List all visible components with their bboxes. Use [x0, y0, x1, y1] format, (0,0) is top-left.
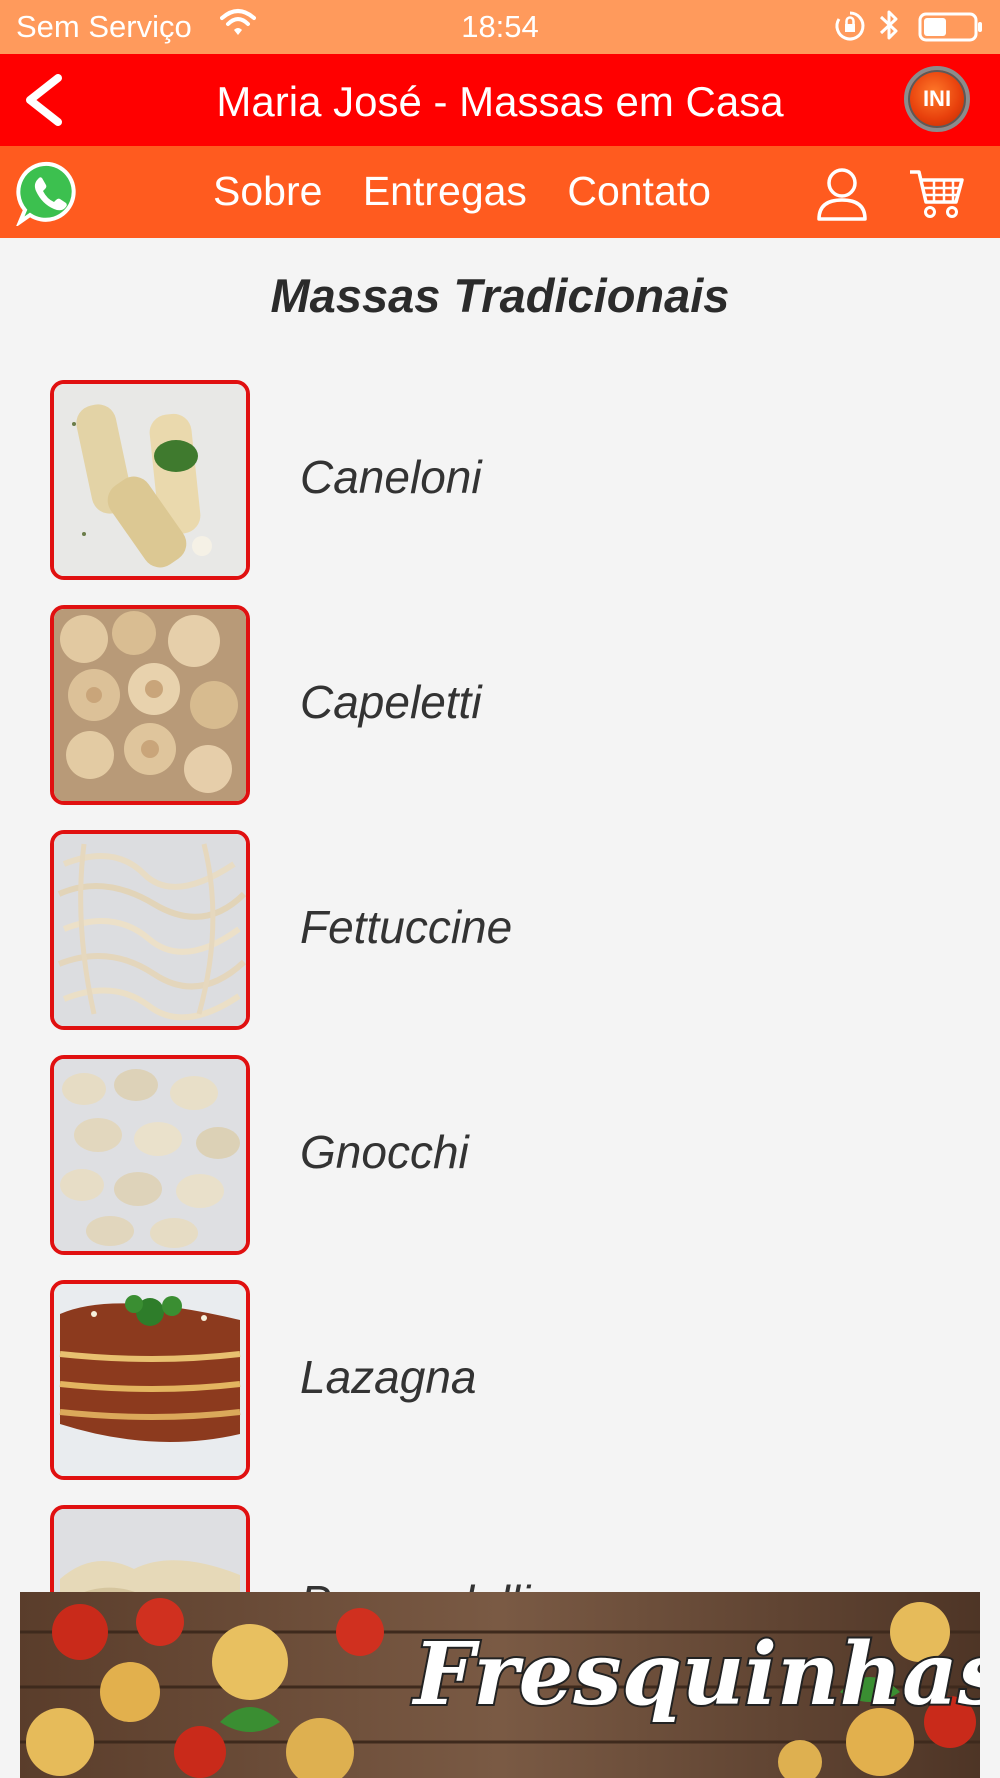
nav-links: Sobre Entregas Contato: [213, 168, 740, 215]
cart-icon[interactable]: [908, 168, 966, 225]
item-name[interactable]: Gnocchi: [300, 1125, 469, 1179]
item-name[interactable]: Capeletti: [300, 675, 482, 729]
list-item[interactable]: Gnocchi: [0, 1055, 1000, 1255]
item-name[interactable]: Caneloni: [300, 450, 482, 504]
whatsapp-icon[interactable]: [15, 160, 82, 231]
item-name[interactable]: Fettuccine: [300, 900, 512, 954]
bluetooth-icon: [878, 8, 900, 50]
battery-icon: [918, 12, 984, 50]
page-title: Maria José - Massas em Casa: [216, 78, 784, 125]
rotation-lock-icon: [834, 10, 866, 50]
list-item[interactable]: Fettuccine: [0, 830, 1000, 1030]
promo-banner[interactable]: Fresquinhas: [20, 1592, 980, 1778]
nav-link-contato[interactable]: Contato: [567, 168, 711, 214]
section-title: Massas Tradicionais: [270, 269, 730, 322]
home-button[interactable]: INI: [904, 66, 970, 132]
title-bar: Maria José - Massas em Casa INI: [0, 54, 1000, 146]
nav-bar: Sobre Entregas Contato: [0, 146, 1000, 238]
lazagna-thumbnail[interactable]: [50, 1280, 250, 1480]
caneloni-thumbnail[interactable]: [50, 380, 250, 580]
list-item[interactable]: Lazagna: [0, 1280, 1000, 1480]
nav-link-sobre[interactable]: Sobre: [213, 168, 322, 214]
item-name[interactable]: Lazagna: [300, 1350, 477, 1404]
list-item[interactable]: Caneloni: [0, 380, 1000, 580]
gnocchi-thumbnail[interactable]: [50, 1055, 250, 1255]
nav-link-entregas[interactable]: Entregas: [363, 168, 527, 214]
fettuccine-thumbnail[interactable]: [50, 830, 250, 1030]
list-item[interactable]: Capeletti: [0, 605, 1000, 805]
banner-text: Fresquinhas: [411, 1624, 980, 1725]
status-bar: Sem Serviço 18:54: [0, 0, 1000, 54]
capeletti-thumbnail[interactable]: [50, 605, 250, 805]
user-icon[interactable]: [815, 166, 869, 227]
